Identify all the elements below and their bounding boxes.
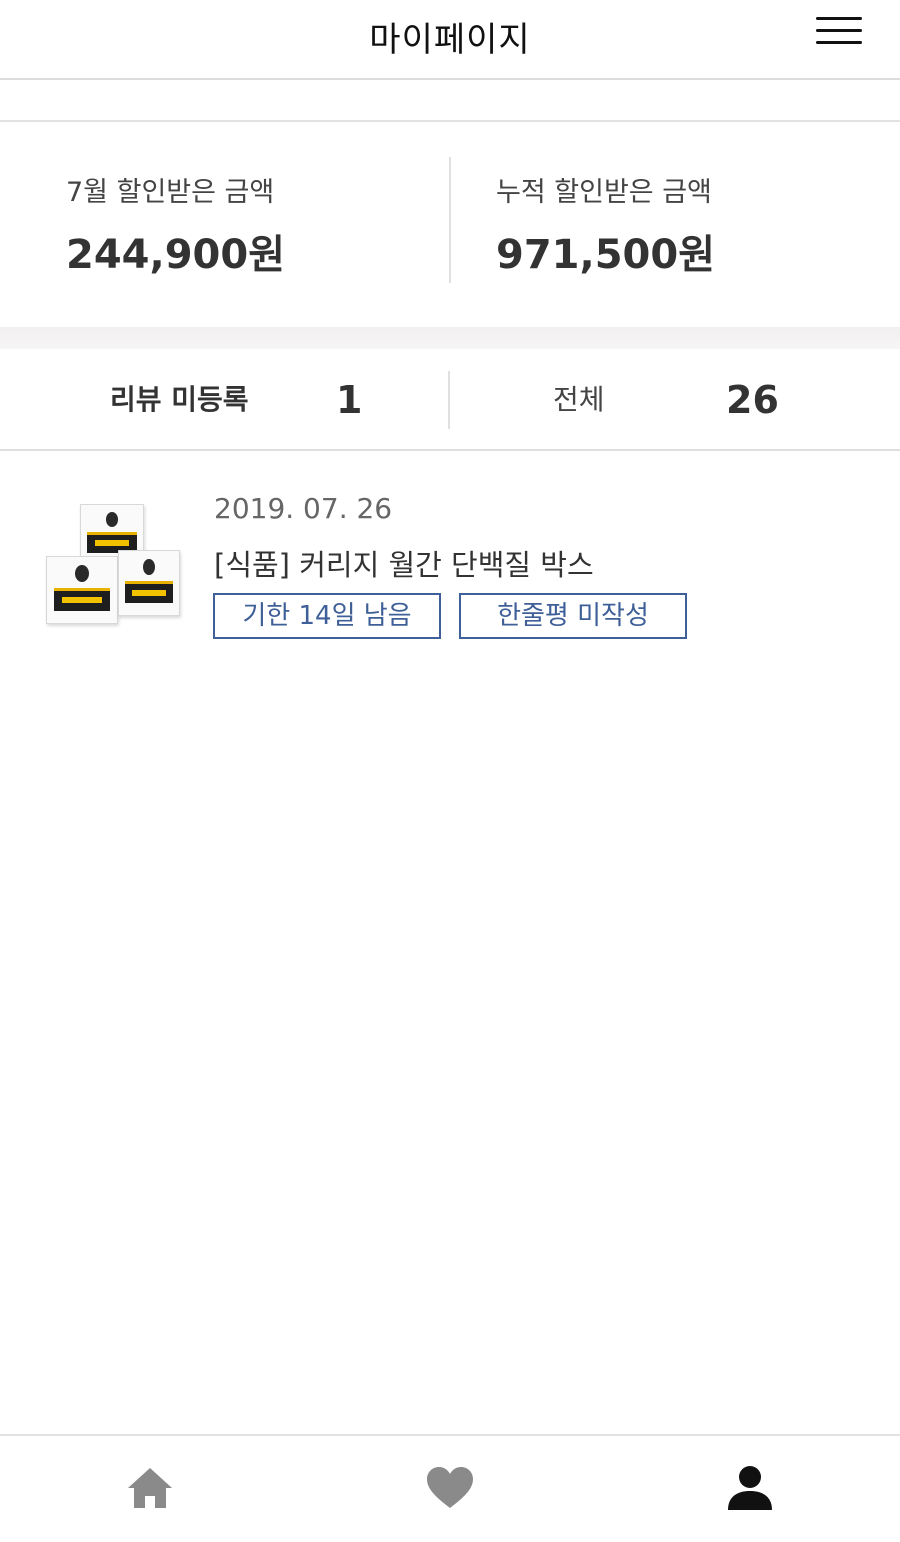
unregistered-review-label[interactable]: 리뷰 미등록 — [110, 349, 249, 451]
page-title: 마이페이지 — [369, 20, 531, 60]
deadline-badge: 기한 14일 남음 — [213, 593, 441, 639]
hamburger-menu-icon[interactable] — [816, 17, 864, 47]
person-icon[interactable] — [724, 1464, 776, 1512]
label-band — [54, 588, 110, 612]
home-icon[interactable] — [124, 1464, 176, 1512]
total-discount-label: 누적 할인받은 금액 — [496, 177, 712, 208]
protein-box-product-image[interactable] — [40, 500, 182, 630]
label-band — [125, 581, 173, 604]
discount-summary: 7월 할인받은 금액 244,900원 누적 할인받은 금액 971,500원 — [0, 122, 900, 327]
write-review-button[interactable]: 한줄평 미작성 — [459, 593, 687, 639]
review-summary-bar: 리뷰 미등록 1 전체 26 — [0, 349, 900, 451]
monthly-discount-amount: 244,900원 — [66, 232, 285, 278]
total-discount: 누적 할인받은 금액 971,500원 — [496, 122, 876, 327]
divider — [449, 157, 451, 283]
divider — [448, 371, 450, 429]
all-reviews-label[interactable]: 전체 — [553, 349, 605, 451]
unregistered-review-count[interactable]: 1 — [336, 349, 362, 451]
product-name[interactable]: [식품] 커리지 월간 단백질 박스 — [214, 542, 594, 584]
order-date: 2019. 07. 26 — [214, 492, 393, 525]
face-logo — [143, 558, 155, 576]
all-reviews-count[interactable]: 26 — [726, 349, 779, 451]
bottom-navigation — [0, 1434, 900, 1542]
menu-line — [816, 29, 862, 32]
section-separator — [0, 327, 900, 349]
face-logo — [75, 564, 89, 583]
menu-line — [816, 41, 862, 44]
monthly-discount: 7월 할인받은 금액 244,900원 — [66, 122, 426, 327]
total-discount-amount: 971,500원 — [496, 232, 715, 278]
product-box — [46, 556, 118, 624]
list-item[interactable]: 2019. 07. 26 [식품] 커리지 월간 단백질 박스 기한 14일 남… — [0, 470, 900, 670]
top-app-bar: 마이페이지 — [0, 0, 900, 80]
heart-icon[interactable] — [424, 1464, 476, 1512]
product-box — [118, 550, 180, 616]
monthly-discount-label: 7월 할인받은 금액 — [66, 177, 275, 208]
face-logo — [105, 511, 119, 528]
menu-line — [816, 17, 862, 20]
